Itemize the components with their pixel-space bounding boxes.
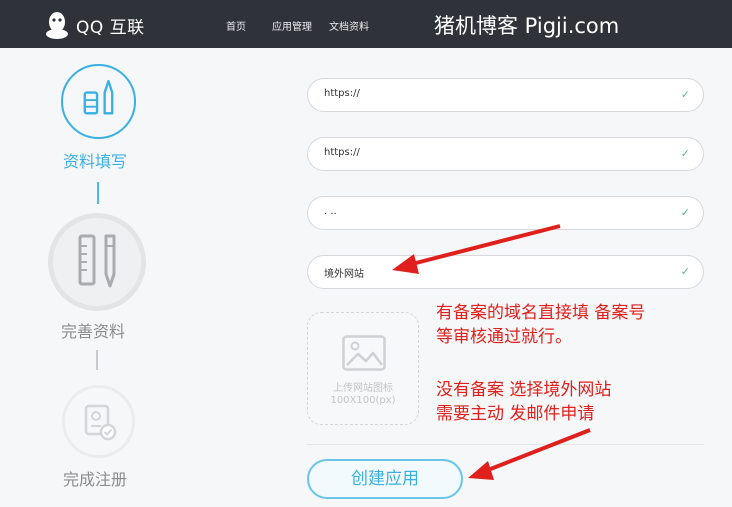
step-finish-registration <box>62 385 135 458</box>
step-complete-info <box>48 213 146 311</box>
field-value: https:// <box>324 147 360 158</box>
certificate-icon <box>84 404 117 441</box>
app-url-input[interactable]: https:// ✓ <box>307 78 704 112</box>
nav-app-management[interactable]: 应用管理 <box>272 18 312 33</box>
step-label-complete-info: 完善资料 <box>61 322 126 341</box>
site-icon-upload[interactable]: 上传网站图标 100X100(px) <box>307 312 419 425</box>
annotation-text: 没有备案 选择境外网站 <box>436 380 612 400</box>
field-value: https:// <box>324 88 360 99</box>
step-connector <box>97 182 99 204</box>
qq-connect-logo[interactable]: QQ 互联 <box>44 10 145 40</box>
annotation-text: 有备案的域名直接填 备案号 <box>436 303 646 323</box>
upload-size-hint: 100X100(px) <box>330 395 396 406</box>
blog-watermark: 猪机博客 Pigji.com <box>434 14 620 38</box>
check-icon: ✓ <box>680 206 690 219</box>
check-icon: ✓ <box>680 88 690 101</box>
step-label-finish-registration: 完成注册 <box>63 470 128 489</box>
icp-record-input[interactable]: 境外网站 ✓ <box>307 255 704 289</box>
image-icon <box>342 335 386 371</box>
check-icon: ✓ <box>680 147 690 160</box>
callback-url-input[interactable]: https:// ✓ <box>307 137 704 171</box>
nav-home[interactable]: 首页 <box>226 18 246 33</box>
field-value: 境外网站 <box>324 269 364 280</box>
field-value: . .. <box>324 206 337 217</box>
top-bar: QQ 互联 首页 应用管理 文档资料 猪机博客 Pigji.com <box>0 0 732 48</box>
check-icon: ✓ <box>680 265 690 278</box>
create-app-button[interactable]: 创建应用 <box>307 459 463 499</box>
pen-tools-icon <box>83 79 114 115</box>
annotation-text: 等审核通过就行。 <box>436 327 572 347</box>
redacted-input[interactable]: . .. ✓ <box>307 196 704 230</box>
form-divider <box>307 444 704 445</box>
step-label-fill-info: 资料填写 <box>63 152 128 171</box>
red-arrow-to-create-button <box>468 428 591 480</box>
qq-penguin-icon <box>46 12 68 39</box>
upload-hint-text: 上传网站图标 <box>333 383 393 394</box>
logo-text: QQ 互联 <box>76 17 145 38</box>
ruler-pen-icon <box>78 234 116 288</box>
step-fill-info <box>61 64 136 139</box>
step-connector <box>96 350 98 370</box>
annotation-text: 需要主动 发邮件申请 <box>436 404 595 424</box>
nav-documentation[interactable]: 文档资料 <box>329 18 369 33</box>
